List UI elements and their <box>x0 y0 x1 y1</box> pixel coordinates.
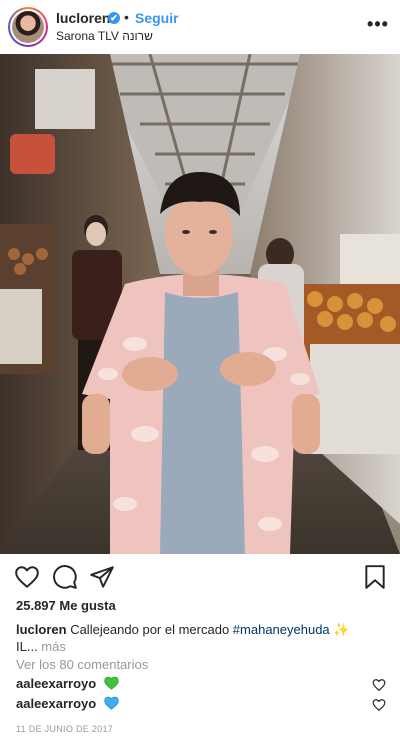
likes-count[interactable]: 25.897 Me gusta <box>16 598 116 613</box>
caption-username[interactable]: lucloren <box>16 622 67 637</box>
caption-more-link[interactable]: más <box>38 639 66 654</box>
sparkles-emoji-icon: ✨ <box>333 622 350 637</box>
post-date: 11 DE JUNIO DE 2017 <box>16 724 114 734</box>
comment-username[interactable]: aaleexarroyo <box>16 696 96 711</box>
username[interactable]: lucloren <box>56 10 110 26</box>
caption-text: Callejeando por el mercado <box>66 622 233 637</box>
bookmark-icon[interactable] <box>362 564 388 590</box>
action-bar <box>0 554 400 598</box>
post-photo[interactable] <box>0 54 400 554</box>
avatar-image <box>12 11 44 43</box>
comment-item: aaleexarroyo <box>16 675 119 693</box>
comment-item: aaleexarroyo <box>16 695 119 713</box>
more-options-icon[interactable]: ••• <box>366 12 390 36</box>
avatar[interactable] <box>8 7 48 47</box>
comment-like-heart-icon[interactable] <box>372 678 386 692</box>
heart-icon[interactable] <box>14 564 40 590</box>
follow-button[interactable]: Seguir <box>135 10 179 26</box>
caption: lucloren Callejeando por el mercado #mah… <box>16 621 384 638</box>
avatar-border <box>10 9 46 45</box>
caption-hashtag[interactable]: #mahaneyehuda <box>233 622 330 637</box>
caption-truncated-text: IL... <box>16 639 38 654</box>
view-all-comments-link[interactable]: Ver los 80 comentarios <box>16 657 148 672</box>
verified-badge-icon: ✔ <box>108 12 120 24</box>
green-heart-icon <box>104 676 119 690</box>
comment-like-heart-icon[interactable] <box>372 698 386 712</box>
post-header: lucloren ✔ • Seguir Sarona TLV שרונה ••• <box>0 0 400 54</box>
location-link[interactable]: Sarona TLV שרונה <box>56 29 153 43</box>
blue-heart-icon <box>104 696 119 710</box>
photo-illustration <box>0 54 400 554</box>
comment-icon[interactable] <box>52 564 78 590</box>
separator-dot: • <box>124 9 129 25</box>
comment-username[interactable]: aaleexarroyo <box>16 676 96 691</box>
caption-continuation: IL... más <box>16 638 66 655</box>
share-icon[interactable] <box>89 564 115 590</box>
